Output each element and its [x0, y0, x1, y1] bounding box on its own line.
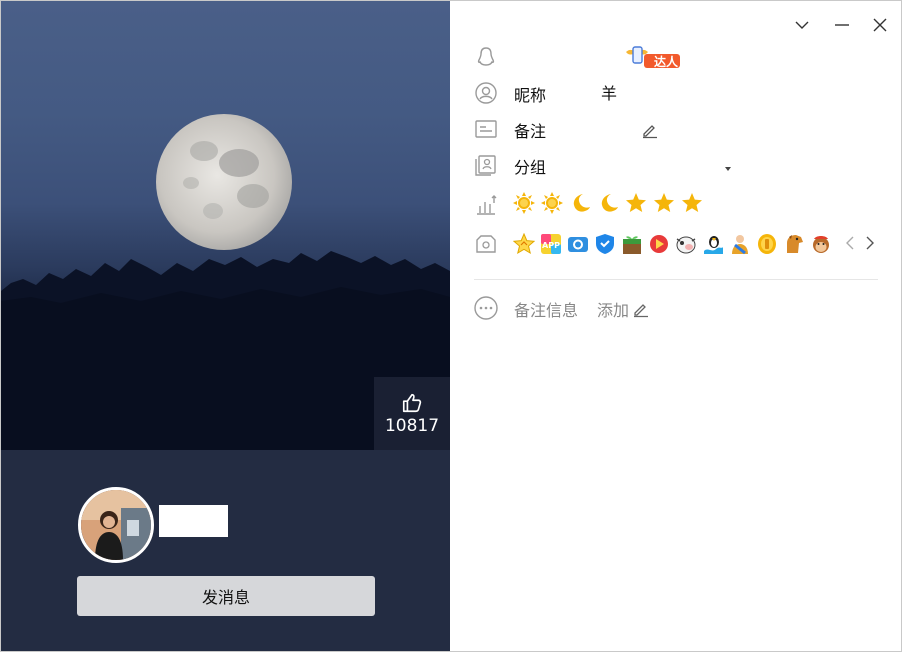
badge-horse-icon[interactable] [783, 233, 805, 255]
more-circle-icon [474, 296, 498, 320]
moon-icon [601, 194, 618, 212]
avatar-photo [81, 490, 151, 560]
add-label: 添加 [597, 301, 630, 320]
talent-badge-label: 达人 [654, 55, 679, 69]
badge-coin-icon[interactable] [756, 233, 778, 255]
nickname-value: 羊 [601, 84, 618, 103]
minimize-button[interactable] [832, 15, 852, 35]
left-panel: 10817 发消息 [1, 1, 450, 651]
close-button[interactable] [870, 15, 890, 35]
badge-star-icon[interactable] [513, 233, 535, 255]
badge-penguin-wave-icon[interactable] [702, 233, 724, 255]
badges-prev-button[interactable] [844, 235, 858, 253]
nickname-row [474, 80, 498, 106]
level-chart-icon [474, 192, 498, 216]
close-icon [873, 18, 887, 32]
badges-row [474, 231, 498, 257]
caret-down-icon [725, 167, 731, 171]
chevron-left-icon [846, 236, 854, 250]
group-label: 分组 [514, 158, 547, 177]
remark-info-row [474, 295, 498, 321]
badge-cow-icon[interactable] [675, 233, 697, 255]
chevron-right-icon [866, 236, 874, 250]
id-card-icon [474, 117, 498, 141]
thumbs-up-icon [402, 393, 422, 412]
star-icon [626, 193, 646, 212]
like-count: 10817 [384, 415, 440, 436]
right-panel: 达人 昵称 羊 备注 分组 APP 备注信息 添加 [450, 1, 901, 651]
sun-icon [513, 192, 535, 214]
group-dropdown[interactable] [722, 159, 736, 173]
talent-badge[interactable]: 达人 [624, 44, 682, 70]
like-button[interactable]: 10817 [374, 377, 450, 450]
remark-label: 备注 [514, 122, 547, 141]
moon-icon [573, 194, 590, 212]
remark-row [474, 116, 498, 142]
penguin-icon [474, 45, 498, 69]
add-remark-info-button[interactable]: 添加 [597, 297, 650, 321]
qq-number-row [474, 44, 498, 70]
user-circle-icon [474, 81, 498, 105]
badge-person-icon[interactable] [729, 233, 751, 255]
badge-camera-icon[interactable] [567, 233, 589, 255]
sun-icon [541, 192, 563, 214]
send-message-button[interactable]: 发消息 [77, 576, 375, 616]
badge-game-icon[interactable] [648, 233, 670, 255]
remark-info-label: 备注信息 [514, 301, 579, 320]
avatar[interactable] [78, 487, 154, 563]
star-icon [682, 193, 702, 212]
collapse-button[interactable] [792, 15, 812, 35]
badge-plant-icon[interactable] [621, 233, 643, 255]
contacts-icon [474, 153, 498, 177]
pencil-icon [634, 304, 649, 318]
cover-photo[interactable]: 10817 [1, 1, 450, 450]
level-row [474, 191, 498, 217]
level-icons[interactable] [513, 192, 709, 214]
chevron-down-icon [795, 21, 809, 29]
badges-next-button[interactable] [864, 235, 878, 253]
divider [474, 279, 878, 280]
profile-window: 10817 发消息 达人 昵称 羊 备注 分组 APP 备注信息 添加 [0, 0, 902, 652]
badge-shield-icon[interactable] [594, 233, 616, 255]
nickname-display [159, 505, 228, 537]
badge-monkey-icon[interactable] [810, 233, 832, 255]
pencil-icon [643, 125, 657, 139]
minimize-icon [835, 24, 849, 26]
nickname-label: 昵称 [514, 86, 547, 105]
group-row [474, 152, 498, 178]
badge-app-icon[interactable]: APP [540, 233, 562, 255]
edit-remark-button[interactable] [641, 121, 661, 141]
badge-icon [474, 232, 498, 256]
svg-text:APP: APP [542, 241, 560, 250]
badge-list[interactable]: APP [513, 233, 837, 255]
star-icon [654, 193, 674, 212]
